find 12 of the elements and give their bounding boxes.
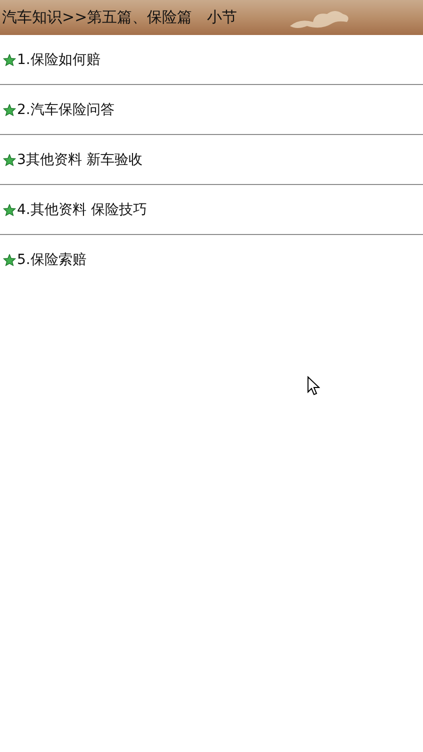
list-item[interactable]: 4.其他资料 保险技巧 <box>0 185 423 235</box>
cursor-icon <box>307 376 320 396</box>
list-item[interactable]: 2.汽车保险问答 <box>0 85 423 135</box>
list-item[interactable]: 1.保险如何赔 <box>0 35 423 85</box>
star-icon <box>3 254 16 266</box>
star-icon <box>3 54 16 66</box>
list-item[interactable]: 3其他资料 新车验收 <box>0 135 423 185</box>
star-icon <box>3 104 16 116</box>
star-icon <box>3 154 16 166</box>
star-icon <box>3 204 16 216</box>
breadcrumb-title: 汽车知识>>第五篇、保险篇 小节 <box>1 8 238 27</box>
list-item[interactable]: 5.保险索赔 <box>0 235 423 284</box>
